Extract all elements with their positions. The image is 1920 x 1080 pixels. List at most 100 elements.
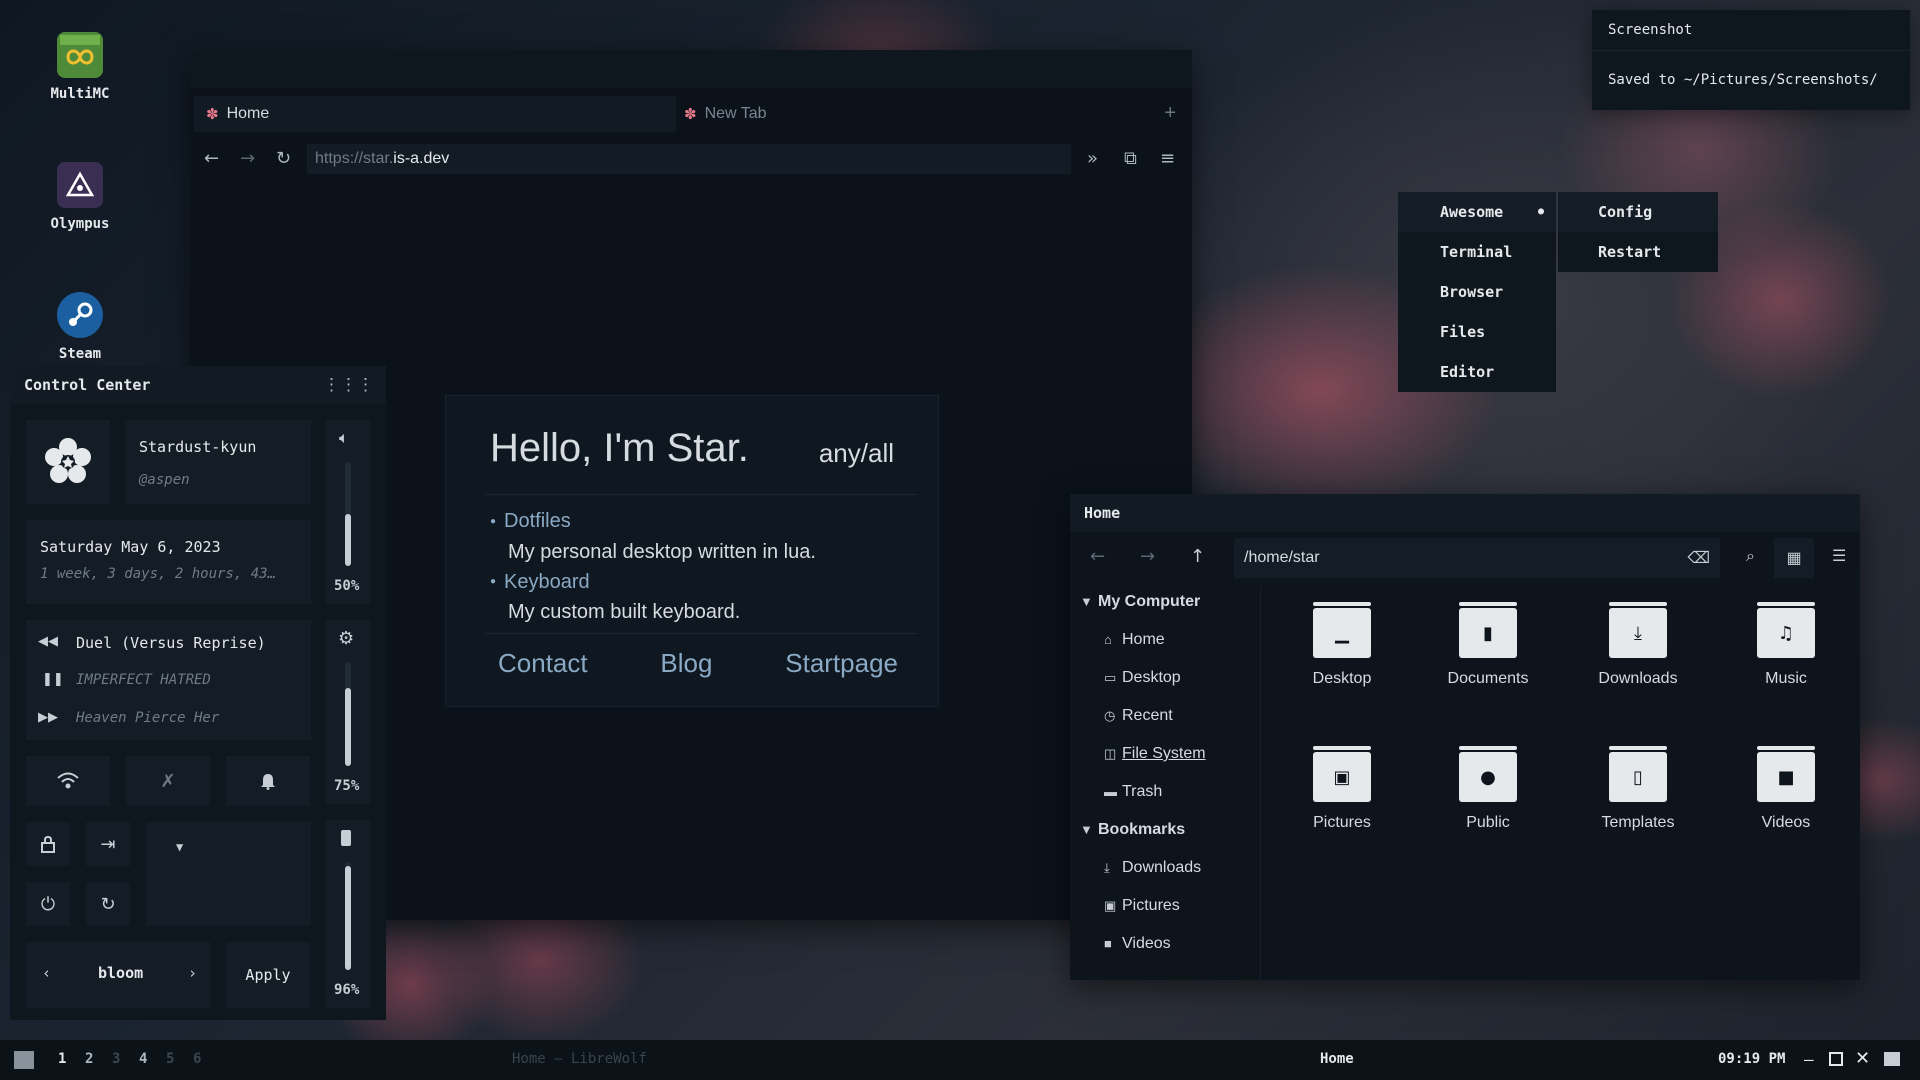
folder-documents[interactable]: ▮ Documents (1423, 602, 1553, 688)
blog-link[interactable]: Blog (660, 648, 712, 679)
track-artist: Heaven Pierce Her (76, 710, 220, 726)
desktop-icon: ▭ (1104, 670, 1117, 685)
next-icon[interactable]: ▶▶ (38, 710, 58, 725)
apply-theme-button[interactable]: Apply (226, 942, 310, 1008)
theme-prev-icon[interactable]: ‹ (42, 964, 51, 982)
track-title: Duel (Versus Reprise) (76, 634, 266, 652)
menu-item-editor[interactable]: Editor (1440, 352, 1494, 392)
power-button[interactable]: ⏻ (26, 882, 70, 926)
menu-item-files[interactable]: Files (1440, 312, 1485, 352)
folder-public[interactable]: ● Public (1423, 746, 1553, 832)
bell-icon (261, 774, 275, 790)
folder-desktop[interactable]: ▁ Desktop (1277, 602, 1407, 688)
bluetooth-off-icon: ✗ (160, 770, 176, 792)
back-icon[interactable]: ← (204, 148, 219, 169)
volume-slider[interactable] (345, 462, 351, 566)
section-header: Bookmarks (1098, 821, 1186, 838)
tab-home[interactable]: ✽ Home (194, 96, 676, 132)
new-tab-button[interactable]: + (1164, 102, 1176, 125)
contact-link[interactable]: Contact (498, 648, 588, 679)
list-view-icon[interactable]: ☰ (1832, 546, 1846, 566)
overflow-icon[interactable]: » (1087, 148, 1098, 169)
folder-templates[interactable]: ▯ Templates (1573, 746, 1703, 832)
startpage-link[interactable]: Startpage (785, 648, 898, 679)
page-tag: any/all (818, 438, 894, 468)
workspace-4[interactable]: 4 (139, 1051, 147, 1067)
multimc-icon (57, 32, 103, 78)
sidebar-section-bookmarks[interactable]: ▼ Bookmarks (1080, 818, 1185, 842)
menu-icon[interactable]: ≡ (1160, 148, 1175, 169)
sidebar-item-desktop[interactable]: ▭ Desktop (1104, 666, 1181, 690)
grid-icon[interactable]: ⋮⋮⋮ (323, 375, 374, 395)
path-input[interactable]: /home/star ⌫ (1234, 538, 1720, 578)
chevron-down-icon: ▼ (1080, 594, 1093, 609)
window-title[interactable]: Home — LibreWolf (512, 1051, 647, 1067)
public-folder-icon: ● (1459, 746, 1517, 802)
extensions-icon[interactable]: ⧉ (1124, 148, 1137, 169)
workspace-5[interactable]: 5 (166, 1051, 174, 1067)
layout-icon[interactable] (14, 1051, 34, 1069)
forward-icon[interactable]: → (1140, 546, 1155, 567)
sidebar-item-trash[interactable]: ▬ Trash (1104, 780, 1162, 804)
tab-new-tab[interactable]: ✽ New Tab (672, 96, 1154, 132)
pause-icon[interactable]: ❚❚ (42, 672, 64, 687)
folder-label: Videos (1761, 814, 1811, 831)
awesome-submenu: Config Restart (1558, 192, 1718, 272)
clear-path-icon[interactable]: ⌫ (1687, 538, 1710, 578)
forward-icon[interactable]: → (240, 148, 255, 169)
lock-button[interactable] (26, 822, 70, 866)
focused-window-title: Home (1320, 1051, 1354, 1067)
previous-icon[interactable]: ◀◀ (38, 634, 58, 649)
logout-button[interactable]: ⇥ (86, 822, 130, 866)
up-icon[interactable]: ↑ (1190, 546, 1205, 567)
folder-pictures[interactable]: ▣ Pictures (1277, 746, 1407, 832)
restart-button[interactable]: ↻ (86, 882, 130, 926)
systray-icon[interactable] (1884, 1052, 1900, 1066)
desktop-icon-steam[interactable]: Steam (40, 292, 120, 362)
desktop-icon-multimc[interactable]: MultiMC (40, 32, 120, 102)
menu-item-terminal[interactable]: Terminal (1440, 232, 1512, 272)
list-item-desc: My custom built keyboard. (508, 601, 741, 624)
workspace-6[interactable]: 6 (193, 1051, 201, 1067)
dotfiles-link[interactable]: Dotfiles (504, 510, 571, 532)
workspace-2[interactable]: 2 (85, 1051, 93, 1067)
screenshot-notification[interactable]: Screenshot Saved to ~/Pictures/Screensho… (1592, 10, 1910, 110)
maximize-icon[interactable] (1829, 1052, 1843, 1066)
sidebar-item-downloads[interactable]: ⤓ Downloads (1104, 856, 1201, 880)
keyboard-link[interactable]: Keyboard (504, 571, 590, 593)
network-graph: ▼ (146, 822, 311, 926)
close-icon[interactable]: ✕ (1855, 1048, 1870, 1069)
templates-folder-icon: ▯ (1609, 746, 1667, 802)
menu-item-awesome[interactable]: Awesome ● (1398, 192, 1556, 232)
sidebar-section-my-computer[interactable]: ▼ My Computer (1080, 590, 1200, 614)
desktop-icon-olympus[interactable]: Olympus (40, 162, 120, 232)
brightness-slider[interactable] (345, 662, 351, 766)
notifications-toggle[interactable] (226, 756, 310, 806)
reload-icon[interactable]: ↻ (276, 148, 291, 169)
search-icon[interactable]: ⌕ (1746, 546, 1755, 566)
grid-view-button[interactable]: ▦ (1774, 538, 1814, 578)
theme-next-icon[interactable]: › (188, 964, 197, 982)
wifi-toggle[interactable] (26, 756, 110, 806)
sidebar-item-home[interactable]: ⌂ Home (1104, 628, 1165, 652)
menu-item-config[interactable]: Config (1558, 192, 1718, 232)
sidebar-item-label: Downloads (1122, 859, 1202, 876)
bluetooth-toggle[interactable]: ✗ (126, 756, 210, 806)
menu-item-restart[interactable]: Restart (1598, 232, 1661, 272)
url-bar[interactable]: https://star.is-a.dev (307, 144, 1071, 174)
workspace-3[interactable]: 3 (112, 1051, 120, 1067)
workspace-1[interactable]: 1 (58, 1051, 66, 1067)
bullet-icon: ● (490, 576, 497, 588)
folder-music[interactable]: ♫ Music (1721, 602, 1851, 688)
sidebar-item-recent[interactable]: ◷ Recent (1104, 704, 1173, 728)
folder-downloads[interactable]: ⤓ Downloads (1573, 602, 1703, 688)
sidebar-item-videos[interactable]: ■ Videos (1104, 932, 1171, 956)
back-icon[interactable]: ← (1090, 546, 1105, 567)
menu-item-browser[interactable]: Browser (1440, 272, 1503, 312)
folder-videos[interactable]: ■ Videos (1721, 746, 1851, 832)
desktop-icon-label: Steam (58, 346, 102, 362)
sidebar-item-pictures[interactable]: ▣ Pictures (1104, 894, 1180, 918)
folder-label: Public (1466, 814, 1510, 831)
sidebar-item-file-system[interactable]: ◫ File System (1104, 742, 1206, 766)
minimize-icon[interactable]: — (1804, 1050, 1814, 1069)
